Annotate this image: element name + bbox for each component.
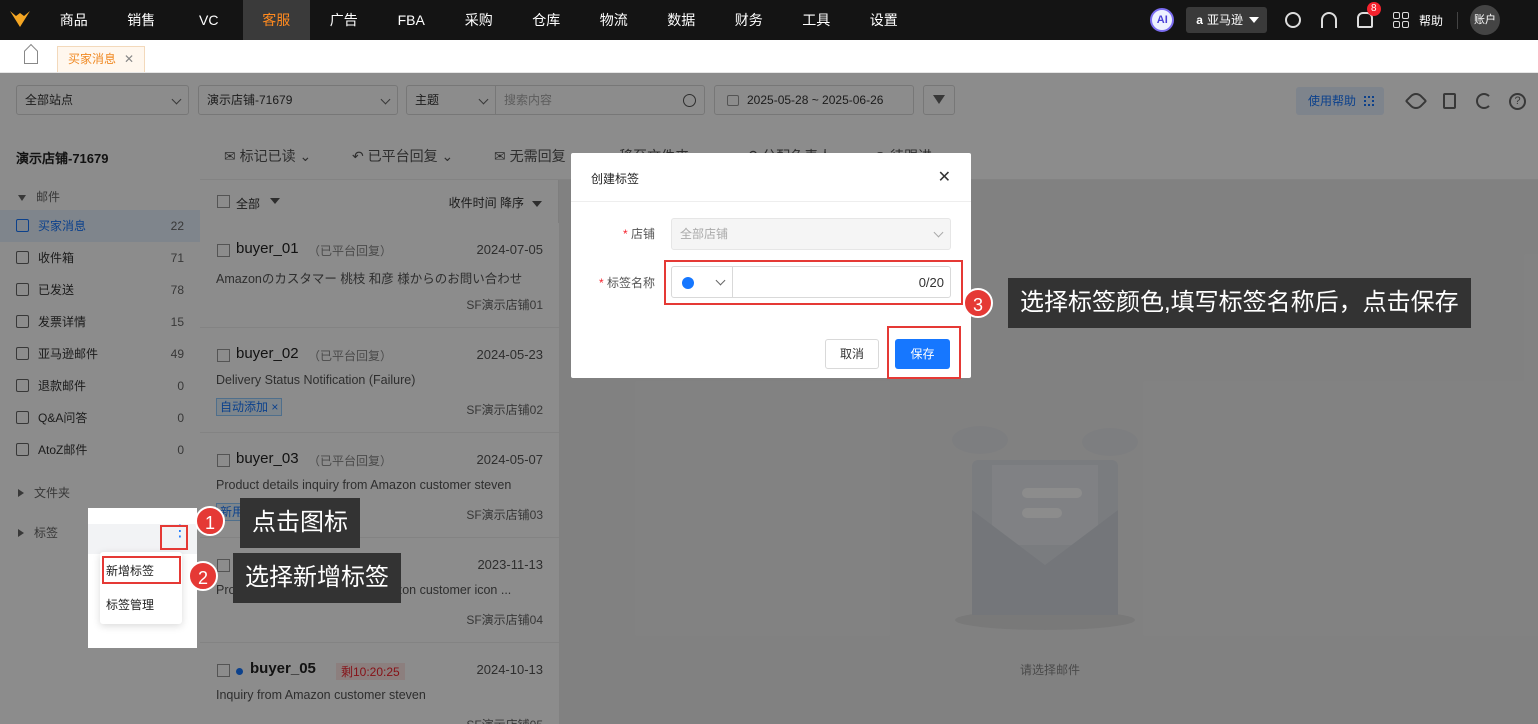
cancel-button[interactable]: 取消	[825, 339, 879, 369]
headset-icon[interactable]	[1320, 12, 1337, 28]
apps-grid-icon[interactable]	[1392, 12, 1409, 28]
chevron-down-icon	[933, 227, 944, 238]
tab-bar: 买家消息 ✕	[0, 40, 1538, 73]
marketplace-select[interactable]: a 亚马逊	[1186, 7, 1267, 33]
main-menu: 商品 销售 VC 客服 广告 FBA 采购 仓库 物流 数据 财务 工具 设置	[40, 0, 918, 40]
nav-item-12[interactable]: 设置	[850, 0, 918, 40]
tag-name-label-text: 标签名称	[607, 276, 656, 290]
menu-item-manage-tags[interactable]: 标签管理	[106, 596, 154, 613]
store-field-label: * 店铺	[623, 227, 656, 241]
tab-buyer-messages[interactable]: 买家消息 ✕	[57, 46, 146, 72]
ai-button[interactable]: AI	[1150, 8, 1175, 32]
highlight-box-new-tag	[102, 556, 181, 584]
amazon-icon: a	[1196, 13, 1203, 27]
highlight-box-tag-name	[664, 260, 963, 305]
account-avatar[interactable]: 账户	[1470, 5, 1500, 35]
bell-icon[interactable]: 8	[1356, 2, 1381, 28]
nav-item-9[interactable]: 数据	[648, 0, 716, 40]
nav-item-4[interactable]: 广告	[310, 0, 378, 40]
nav-item-5[interactable]: FBA	[378, 0, 446, 40]
dialog-divider	[571, 201, 971, 202]
caret-down-icon	[1248, 17, 1259, 23]
highlight-box-save	[887, 326, 961, 379]
step-2-callout: 选择新增标签	[233, 553, 401, 603]
step-3-callout: 选择标签颜色,填写标签名称后，点击保存	[1008, 278, 1471, 328]
highlight-box-icon	[160, 525, 188, 550]
nav-item-11[interactable]: 工具	[783, 0, 851, 40]
close-icon[interactable]: ✕	[124, 52, 134, 66]
top-right-tools: AI a 亚马逊 8 帮助 账户	[1150, 0, 1538, 40]
dialog-title: 创建标签	[591, 172, 640, 186]
notification-badge: 8	[1366, 2, 1381, 16]
marketplace-label: 亚马逊	[1206, 13, 1243, 27]
store-select[interactable]: 全部店铺	[671, 218, 951, 250]
step-1-number: 1	[195, 506, 225, 536]
step-2-number: 2	[188, 561, 218, 591]
store-select-value: 全部店铺	[680, 227, 729, 241]
tab-label: 买家消息	[68, 52, 117, 66]
close-icon[interactable]: ✕	[938, 167, 951, 187]
nav-item-8[interactable]: 物流	[580, 0, 648, 40]
top-nav: 商品 销售 VC 客服 广告 FBA 采购 仓库 物流 数据 财务 工具 设置 AI a 亚马逊 8 帮助…	[0, 0, 1538, 40]
step-1-callout: 点击图标	[240, 498, 360, 548]
step-3-number: 3	[963, 288, 993, 318]
help-link[interactable]: 帮助	[1419, 11, 1458, 29]
nav-item-10[interactable]: 财务	[715, 0, 783, 40]
logo[interactable]	[0, 0, 40, 40]
nav-item-6[interactable]: 采购	[445, 0, 513, 40]
nav-item-1[interactable]: 销售	[108, 0, 176, 40]
nav-item-0[interactable]: 商品	[40, 0, 108, 40]
nav-item-7[interactable]: 仓库	[513, 0, 581, 40]
tag-name-field-label: * 标签名称	[599, 276, 656, 290]
nav-item-2[interactable]: VC	[175, 0, 243, 40]
search-icon[interactable]	[1284, 12, 1301, 28]
store-label-text: 店铺	[631, 227, 656, 241]
nav-item-3[interactable]: 客服	[242, 0, 310, 40]
